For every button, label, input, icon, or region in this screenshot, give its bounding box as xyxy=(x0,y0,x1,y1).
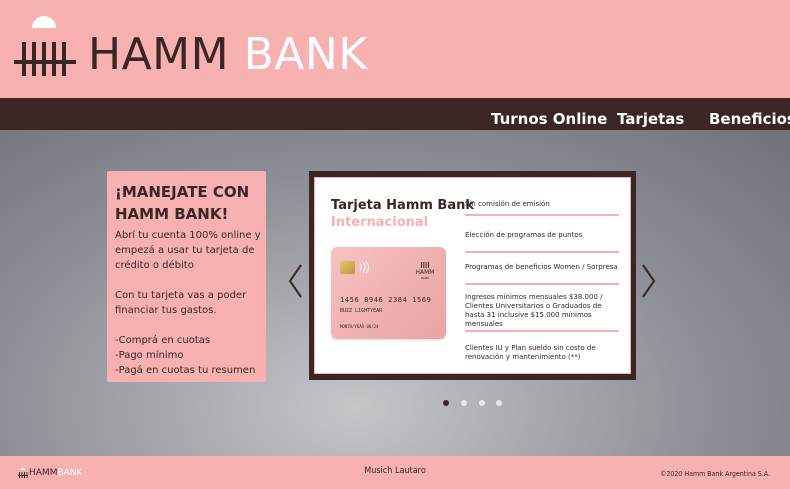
contactless-icon xyxy=(359,261,369,274)
nav-tarjetas[interactable]: Tarjetas xyxy=(617,98,684,130)
card-valid: MONTH/YEAR 06/24 xyxy=(340,324,379,329)
card-logo-text: HAMM xyxy=(415,269,435,276)
footer-copyright: ©2020 Hamm Bank Argentina S.A. xyxy=(660,470,770,478)
promo-box: ¡MANEJATE CON HAMM BANK! Abrí tu cuenta … xyxy=(107,171,266,382)
slide-subtitle: Internacional xyxy=(331,215,429,230)
chip-icon xyxy=(340,261,355,274)
carousel-dot-2[interactable] xyxy=(461,400,467,406)
slide-content: Tarjeta Hamm Bank Internacional HAMM BAN… xyxy=(314,177,631,374)
benefit-divider xyxy=(465,214,619,216)
site-footer: HAMMBANK Musich Lautaro ©2020 Hamm Bank … xyxy=(0,456,790,489)
benefit-item: Clientes IU y Plan sueldo sin costo de r… xyxy=(465,344,596,361)
nav-beneficios[interactable]: Beneficios xyxy=(709,98,790,130)
site-header: HAMM BANK xyxy=(0,0,790,98)
hamm-bank-logo[interactable]: HAMM BANK xyxy=(12,16,367,80)
promo-title: ¡MANEJATE CON HAMM BANK! xyxy=(115,183,250,223)
main-nav: Turnos Online Tarjetas Beneficios xyxy=(0,98,790,130)
benefit-item: Programas de beneficios Women / Sorpresa xyxy=(465,263,618,271)
chevron-right-icon[interactable] xyxy=(641,263,657,299)
carousel-slide: Tarjeta Hamm Bank Internacional HAMM BAN… xyxy=(309,171,636,380)
promo-text: Abrí tu cuenta 100% online y empezá a us… xyxy=(115,230,261,376)
chevron-left-icon[interactable] xyxy=(287,263,303,299)
benefit-item: Ingresos mínimos mensuales $38.000 / Cli… xyxy=(465,293,603,328)
brand-name: HAMM BANK xyxy=(88,31,368,79)
benefit-divider xyxy=(465,330,619,332)
brand-name-hamm: HAMM xyxy=(88,29,230,80)
carousel-dot-4[interactable] xyxy=(496,400,502,406)
carousel-indicators xyxy=(440,400,510,408)
card-holder: BUZZ LIGHTYEAR xyxy=(340,308,383,314)
brand-name-bank: BANK xyxy=(243,29,368,80)
benefit-divider xyxy=(465,283,619,285)
card-bank-logo: HAMM BANK xyxy=(413,261,437,280)
benefit-item: Elección de programas de puntos xyxy=(465,231,583,239)
slide-title: Tarjeta Hamm Bank xyxy=(331,198,475,213)
benefit-divider xyxy=(465,251,619,253)
nav-turnos-online[interactable]: Turnos Online xyxy=(491,98,607,130)
bank-columns-icon xyxy=(14,16,76,76)
credit-card-image: HAMM BANK 1456 8946 2384 1569 BUZZ LIGHT… xyxy=(331,247,446,339)
carousel-dot-3[interactable] xyxy=(479,400,485,406)
benefit-item: Sin comisión de emisión xyxy=(465,200,550,208)
card-logo-subtext: BANK xyxy=(420,276,430,280)
carousel-dot-1[interactable] xyxy=(443,400,449,406)
bank-columns-icon xyxy=(421,262,429,268)
card-number: 1456 8946 2384 1569 xyxy=(340,296,432,304)
